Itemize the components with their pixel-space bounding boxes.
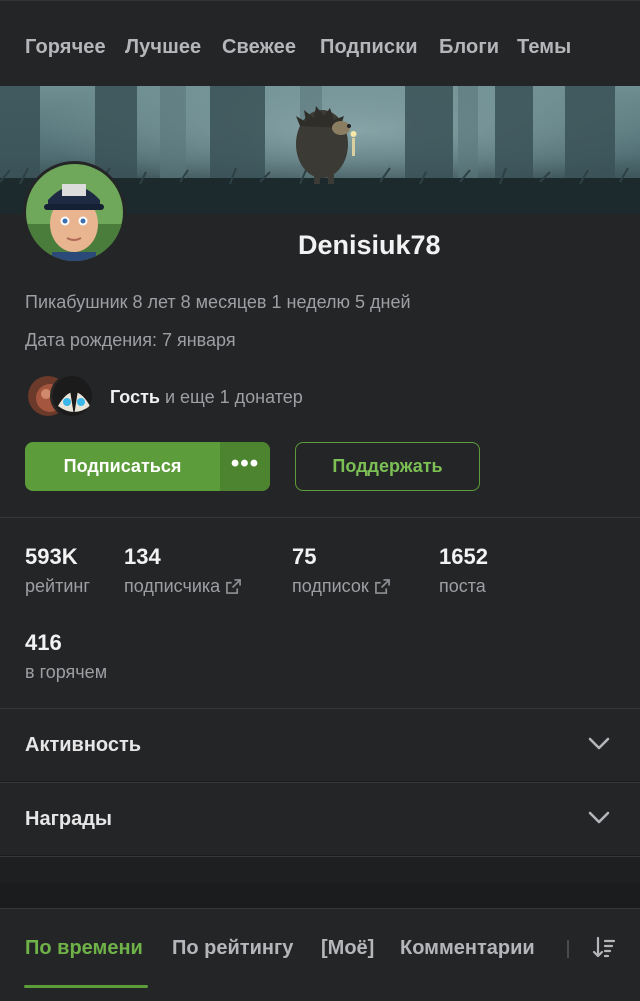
tab-divider (567, 940, 569, 958)
stat-rating: 593K рейтинг (25, 544, 90, 597)
awards-title: Награды (25, 808, 113, 830)
nav-item-topics[interactable]: Темы (517, 36, 571, 59)
support-button[interactable]: Поддержать (295, 442, 480, 491)
tab-by-time[interactable]: По времени (25, 937, 143, 960)
subscribe-button-group: Подписаться ••• (25, 442, 270, 491)
stat-hot: 416 в горячем (25, 630, 107, 683)
awards-section[interactable]: Награды (0, 782, 640, 855)
tab-mine[interactable]: [Моё] (321, 937, 374, 960)
active-tab-indicator (24, 985, 148, 988)
nav-item-fresh[interactable]: Свежее (222, 36, 296, 59)
tab-by-rating[interactable]: По рейтингу (172, 937, 293, 960)
activity-section[interactable]: Активность (0, 708, 640, 781)
stat-label-row: подписок (292, 576, 390, 597)
stat-label: подписчика (124, 576, 221, 596)
stat-value: 416 (25, 630, 62, 655)
tab-comments[interactable]: Комментарии (400, 937, 535, 960)
stat-label: поста (439, 576, 486, 596)
more-options-button[interactable]: ••• (220, 442, 270, 491)
nav-item-hot[interactable]: Горячее (25, 36, 106, 59)
subscribe-button[interactable]: Подписаться (25, 442, 220, 491)
external-link-icon (226, 579, 242, 594)
nav-item-subscriptions[interactable]: Подписки (320, 36, 418, 59)
profile-tenure: Пикабушник 8 лет 8 месяцев 1 неделю 5 дн… (25, 292, 411, 312)
stat-subscriptions[interactable]: 75 подписок (292, 544, 390, 597)
chevron-down-icon (588, 737, 610, 750)
stat-value: 1652 (439, 544, 488, 569)
donators-count-text: и еще 1 донатер (159, 387, 303, 407)
activity-title: Активность (25, 734, 142, 756)
external-link-icon (374, 579, 390, 594)
chevron-down-icon (588, 811, 610, 824)
profile-username: Denisiuk78 (298, 230, 441, 260)
stat-value: 134 (124, 544, 161, 569)
stat-posts: 1652 поста (439, 544, 488, 597)
stat-value: 593K (25, 544, 78, 569)
top-navigation: Горячее Лучшее Свежее Подписки Блоги Тем… (0, 0, 640, 86)
donator-avatar (50, 374, 94, 418)
stat-subscribers[interactable]: 134 подписчика (124, 544, 242, 597)
profile-avatar[interactable] (23, 161, 126, 264)
nav-item-blogs[interactable]: Блоги (439, 36, 499, 59)
stat-value: 75 (292, 544, 317, 569)
posts-sort-tabs: По времени По рейтингу [Моё] Комментарии (0, 908, 640, 1001)
stat-label-row: подписчика (124, 576, 242, 597)
profile-birthday: Дата рождения: 7 января (25, 330, 236, 350)
sort-icon[interactable] (592, 936, 616, 960)
nav-item-best[interactable]: Лучшее (125, 36, 201, 59)
donators-text[interactable]: Гость и еще 1 донатер (110, 387, 303, 408)
stat-label: подписок (292, 576, 369, 596)
donator-name: Гость (110, 387, 160, 407)
section-divider (0, 856, 640, 883)
stat-label: рейтинг (25, 576, 90, 596)
profile-stats: 593K рейтинг 134 подписчика 75 подписок … (0, 517, 640, 708)
stat-label: в горячем (25, 662, 108, 682)
